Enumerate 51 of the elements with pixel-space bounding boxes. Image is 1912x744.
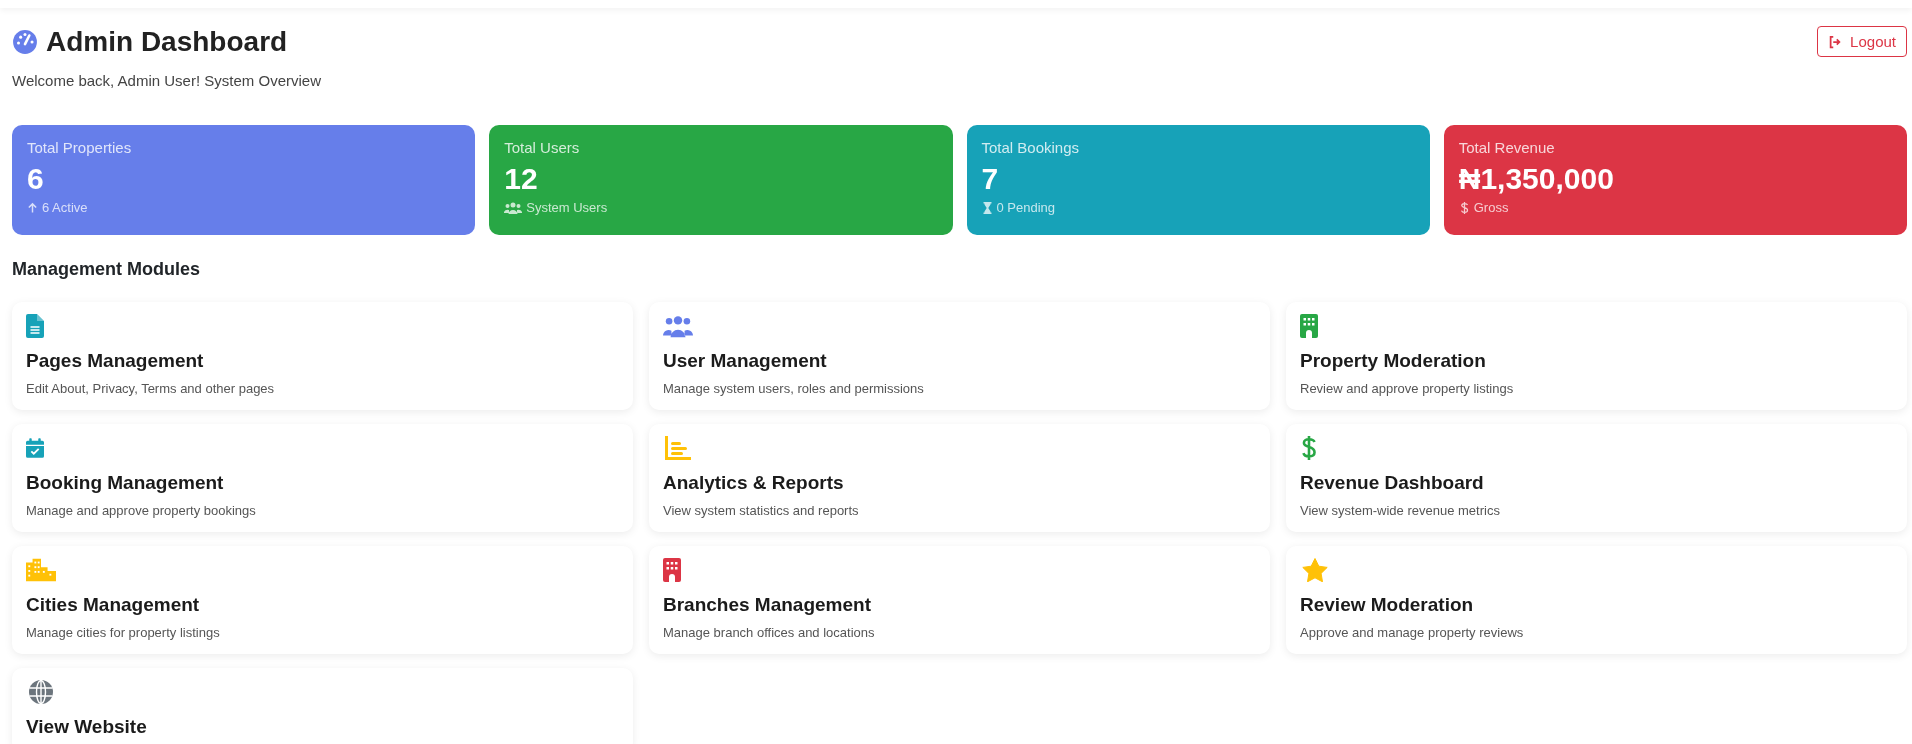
module-title: View Website [26,716,148,738]
stat-label: Total Properties [27,139,133,156]
module-card[interactable]: Booking Management Manage and approve property bookings [12,424,633,532]
arrow-up-icon [27,201,38,214]
section-heading: Management Modules [12,259,202,280]
stat-note: 0 Pending [996,200,1056,215]
stat-note: Gross [1473,200,1509,215]
hourglass-icon [981,201,993,214]
stat-label: Total Revenue [1458,139,1556,156]
logout-button[interactable]: Logout [1817,26,1907,57]
stat-value: 12 [504,162,539,196]
dollar-icon [1458,201,1470,214]
users-icon [504,201,523,214]
module-description: Manage branch offices and locations [663,625,876,640]
module-title: User Management [663,350,828,372]
module-description: Approve and manage property reviews [1300,625,1525,640]
module-title: Pages Management [26,350,205,372]
module-description: Review and approve property listings [1300,381,1515,396]
module-card[interactable]: User Management Manage system users, roles and permissions [649,302,1270,410]
module-card[interactable]: Review Moderation Approve and manage property reviews [1286,546,1907,654]
module-card[interactable]: Pages Management Edit About, Privacy, Terms and other pages [12,302,633,410]
module-title: Branches Management [663,594,872,616]
module-description: View system statistics and reports [663,503,860,518]
stat-value: 7 [981,162,1000,196]
module-card[interactable]: Cities Management Manage cities for property listings [12,546,633,654]
module-title: Revenue Dashboard [1300,472,1485,494]
stat-note: 6 Active [42,200,88,215]
module-title: Booking Management [26,472,225,494]
module-description: Edit About, Privacy, Terms and other pages [26,381,276,396]
stat-note: System Users [526,200,608,215]
welcome-text: Welcome back, Admin User! System Overview [12,72,321,89]
module-description: Manage and approve property bookings [26,503,257,518]
module-card[interactable]: Branches Management Manage branch offices and locations [649,546,1270,654]
stat-value: 6 [27,162,45,196]
module-card[interactable]: Property Moderation Review and approve property listings [1286,302,1907,410]
gauge-icon [12,29,38,55]
module-title: Property Moderation [1300,350,1487,372]
module-card[interactable]: Revenue Dashboard View system-wide revenue metrics [1286,424,1907,532]
module-description: Manage cities for property listings [26,625,221,640]
module-description: Manage system users, roles and permissions [663,381,925,396]
module-title: Cities Management [26,594,201,616]
stat-label: Total Users [504,139,581,156]
logout-icon [1828,34,1843,49]
module-card[interactable]: View Website [12,668,633,744]
module-title: Review Moderation [1300,594,1475,616]
stat-value: ₦1,350,000 [1458,162,1615,196]
stat-label: Total Bookings [981,139,1081,156]
module-title: Analytics & Reports [663,472,845,494]
module-card[interactable]: Analytics & Reports View system statistics and reports [649,424,1270,532]
page-title: Admin Dashboard [46,26,288,58]
module-description: View system-wide revenue metrics [1300,503,1501,518]
